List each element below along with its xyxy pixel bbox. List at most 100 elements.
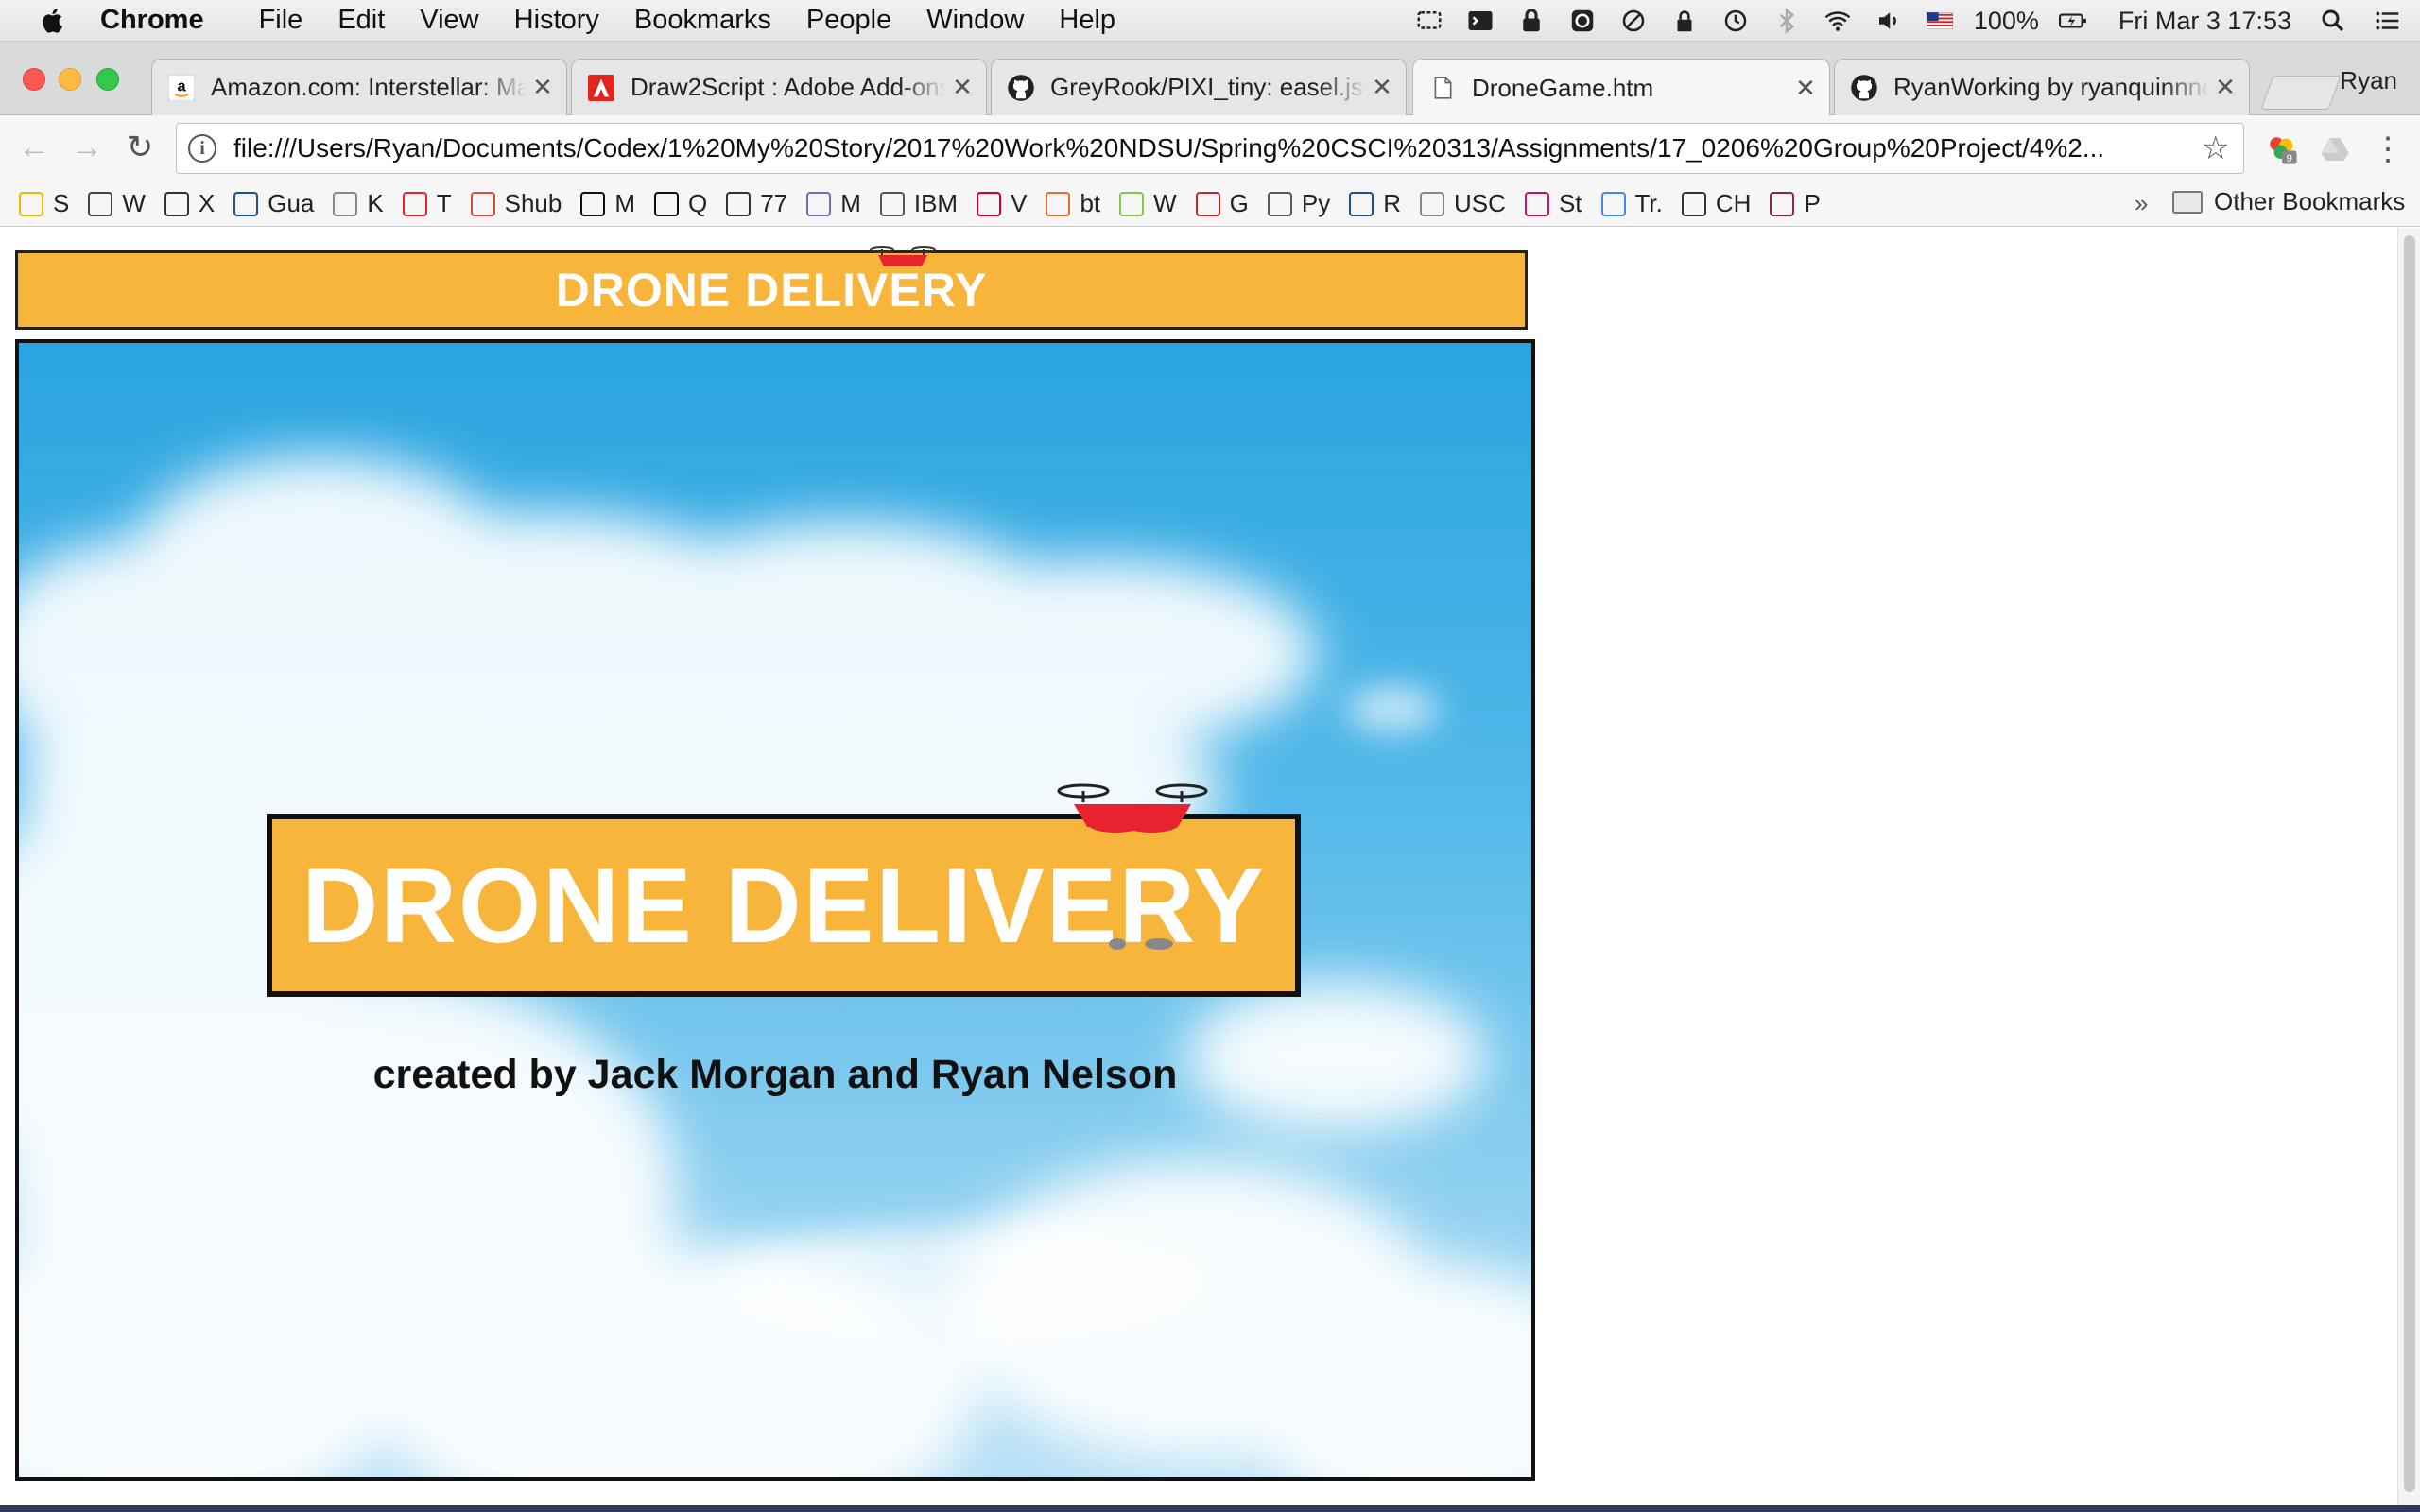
- page-header-logo: DRONE DELIVERY: [15, 246, 1528, 330]
- game-canvas[interactable]: DRONE DELIVERY created by Jack Morgan an…: [15, 339, 1535, 1481]
- tab-close-icon[interactable]: ✕: [2209, 73, 2241, 102]
- extension-badge-icon[interactable]: 9: [2265, 132, 2299, 166]
- window-close-button[interactable]: [23, 68, 45, 91]
- bookmark-item[interactable]: S: [19, 189, 69, 218]
- m-purple-icon: [806, 191, 832, 216]
- address-bar[interactable]: i file:///Users/Ryan/Documents/Codex/1%2…: [176, 123, 2244, 174]
- bookmark-label: Tr.: [1634, 189, 1663, 217]
- sync-icon[interactable]: [1616, 4, 1651, 38]
- shub-icon: [470, 191, 495, 216]
- tab-close-icon[interactable]: ✕: [1789, 74, 1822, 103]
- chrome-menu-icon[interactable]: ⋮: [2371, 131, 2405, 167]
- menu-help[interactable]: Help: [1059, 5, 1115, 36]
- new-tab-button[interactable]: [2260, 76, 2342, 110]
- other-bookmarks-folder[interactable]: Other Bookmarks: [2172, 187, 2405, 216]
- bookmark-item[interactable]: Q: [654, 189, 707, 218]
- menu-clock[interactable]: Fri Mar 3 17:53: [2118, 7, 2291, 36]
- bookmark-label: P: [1804, 189, 1821, 217]
- dot-icon: [1119, 191, 1145, 216]
- bookmark-label: K: [367, 189, 384, 217]
- bookmark-item[interactable]: W: [88, 189, 146, 218]
- t-icon: [402, 191, 427, 216]
- tab-close-icon[interactable]: ✕: [946, 73, 978, 102]
- bookmark-item[interactable]: P: [1770, 189, 1821, 218]
- bookmark-label: V: [1011, 189, 1028, 217]
- menu-file[interactable]: File: [259, 5, 303, 36]
- info-icon[interactable]: i: [188, 134, 216, 163]
- tab-draw2script[interactable]: Draw2Script : Adobe Add-ons ✕: [571, 59, 987, 115]
- bookmark-item[interactable]: M: [580, 189, 635, 218]
- apple-icon[interactable]: [40, 7, 68, 35]
- tab-close-icon[interactable]: ✕: [527, 73, 559, 102]
- bookmark-item[interactable]: Py: [1267, 189, 1330, 218]
- scrollbar-thumb[interactable]: [2404, 235, 2415, 1492]
- us-flag-icon[interactable]: [1923, 4, 1957, 38]
- wifi-icon[interactable]: [1821, 4, 1855, 38]
- menu-history[interactable]: History: [514, 5, 599, 36]
- bookmark-item[interactable]: R: [1349, 189, 1401, 218]
- bookmark-item[interactable]: USC: [1420, 189, 1506, 218]
- bookmark-item[interactable]: Shub: [470, 189, 562, 218]
- bt-icon: [1046, 191, 1071, 216]
- lock-icon[interactable]: [1514, 4, 1548, 38]
- bookmark-item[interactable]: V: [977, 189, 1027, 218]
- bookmark-item[interactable]: Gua: [233, 189, 314, 218]
- vertical-scrollbar[interactable]: [2397, 228, 2420, 1505]
- tab-github-ryanworking[interactable]: RyanWorking by ryanquinnnelson ✕: [1834, 59, 2250, 115]
- padlock-icon[interactable]: [1668, 4, 1702, 38]
- drive-icon[interactable]: [2318, 132, 2352, 166]
- forward-arrow-icon[interactable]: →: [68, 129, 106, 166]
- menu-people[interactable]: People: [806, 5, 891, 36]
- bluetooth-icon[interactable]: [1770, 4, 1804, 38]
- book-icon: [1267, 191, 1292, 216]
- terminal-icon[interactable]: [1463, 4, 1497, 38]
- bookmark-item[interactable]: CH: [1681, 189, 1751, 218]
- bookmark-item[interactable]: IBM: [879, 189, 958, 218]
- bookmark-label: Q: [688, 189, 708, 217]
- tab-amazon[interactable]: a Amazon.com: Interstellar: Matthew McCo…: [151, 59, 567, 115]
- folder-icon: [2172, 190, 2203, 214]
- address-bar-url[interactable]: file:///Users/Ryan/Documents/Codex/1%20M…: [233, 133, 2202, 163]
- tab-title: Amazon.com: Interstellar: Matthew McCona…: [211, 73, 527, 101]
- menu-bookmarks[interactable]: Bookmarks: [634, 5, 771, 36]
- reload-icon[interactable]: ↻: [121, 129, 159, 166]
- tab-title: Draw2Script : Adobe Add-ons: [631, 73, 946, 101]
- bookmark-item[interactable]: 77: [726, 189, 787, 218]
- menu-edit[interactable]: Edit: [337, 5, 385, 36]
- bookmark-item[interactable]: St: [1524, 189, 1582, 218]
- vpn-icon[interactable]: [1565, 4, 1599, 38]
- menu-window[interactable]: Window: [926, 5, 1024, 36]
- bookmark-item[interactable]: X: [164, 189, 215, 218]
- volume-icon[interactable]: [1872, 4, 1906, 38]
- github-icon: [1850, 74, 1878, 102]
- window-minimize-button[interactable]: [59, 68, 81, 91]
- bookmark-item[interactable]: K: [333, 189, 384, 218]
- bookmark-item[interactable]: T: [402, 189, 452, 218]
- battery-icon[interactable]: [2056, 4, 2090, 38]
- menu-view[interactable]: View: [420, 5, 478, 36]
- bookmarks-overflow-chevron[interactable]: »: [2135, 189, 2148, 218]
- bookmark-star-icon[interactable]: ☆: [2202, 129, 2230, 167]
- tab-github-pixi[interactable]: GreyRook/PIXI_tiny: easel.js game ✕: [991, 59, 1407, 115]
- menu-app-name[interactable]: Chrome: [100, 5, 204, 36]
- virgin-icon: [977, 191, 1002, 216]
- tab-dronegame[interactable]: DroneGame.htm ✕: [1412, 59, 1830, 116]
- window-zoom-button[interactable]: [96, 68, 119, 91]
- spotlight-icon[interactable]: [2316, 4, 2350, 38]
- notification-center-icon[interactable]: [2371, 4, 2405, 38]
- profile-name[interactable]: Ryan: [2340, 66, 2397, 95]
- bookmark-item[interactable]: bt: [1046, 189, 1100, 218]
- calvin-icon: [1681, 191, 1706, 216]
- screen-mirroring-icon[interactable]: [1412, 4, 1446, 38]
- time-machine-icon[interactable]: [1719, 4, 1753, 38]
- bookmark-item[interactable]: W: [1119, 189, 1177, 218]
- bookmark-item[interactable]: Tr.: [1600, 189, 1663, 218]
- bookmark-item[interactable]: M: [806, 189, 861, 218]
- tab-close-icon[interactable]: ✕: [1366, 73, 1398, 102]
- bookmark-label: G: [1229, 189, 1249, 217]
- back-arrow-icon[interactable]: ←: [15, 129, 53, 166]
- document-icon: [1420, 191, 1445, 216]
- bookmark-item[interactable]: G: [1195, 189, 1249, 218]
- bookmark-label: bt: [1080, 189, 1101, 217]
- quill-icon: [1770, 191, 1795, 216]
